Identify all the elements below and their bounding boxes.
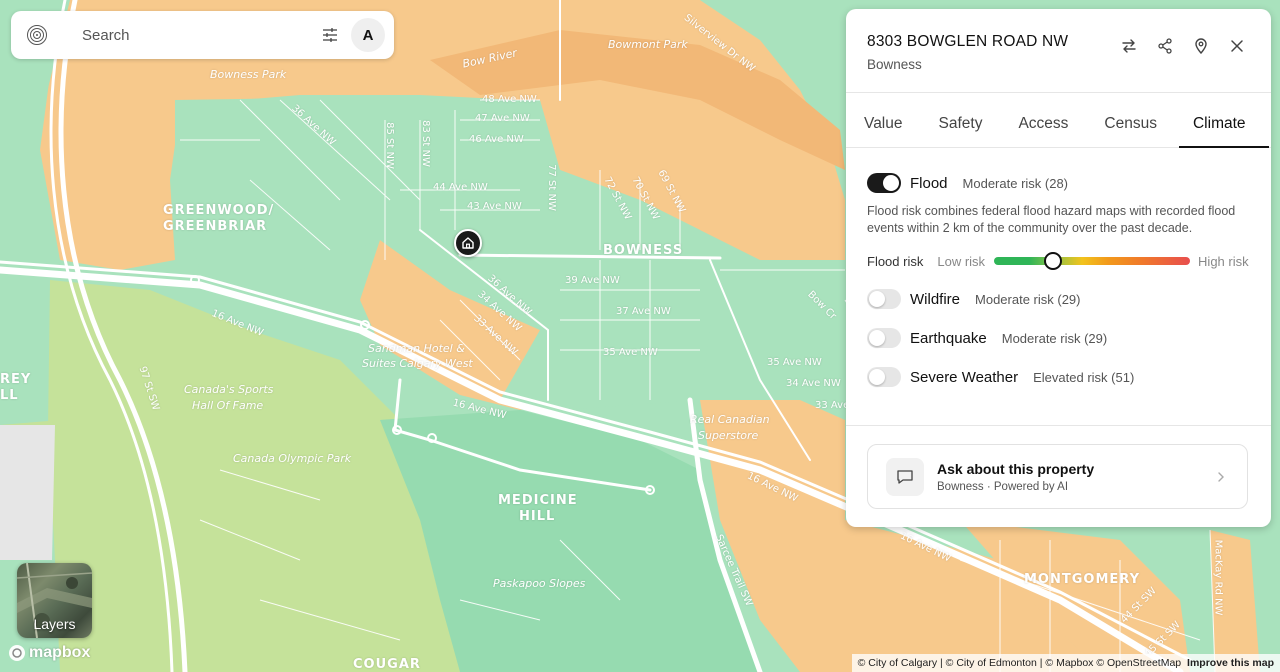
map-attribution: © City of Calgary | © City of Edmonton |… [851, 654, 1280, 672]
tab-value[interactable]: Value [864, 93, 903, 148]
meter-high-label: High risk [1198, 253, 1249, 269]
panel-divider [846, 425, 1271, 426]
tab-census[interactable]: Census [1104, 93, 1157, 148]
property-neighbourhood: Bowness [867, 57, 922, 72]
severe-weather-toggle[interactable] [867, 367, 901, 387]
close-icon [1231, 40, 1243, 52]
risk-level: Moderate risk (29) [1001, 330, 1108, 346]
meter-thumb [1043, 252, 1062, 270]
risk-level: Elevated risk (51) [1033, 369, 1135, 385]
share-button[interactable] [1155, 36, 1175, 56]
panel-header: 8303 BOWGLEN ROAD NW Bowness [846, 9, 1271, 93]
risk-row-severe-weather: Severe Weather Elevated risk (51) [867, 365, 1250, 389]
mapbox-logo[interactable]: mapbox [8, 644, 90, 662]
tab-safety[interactable]: Safety [939, 93, 983, 148]
share-icon [1158, 38, 1172, 54]
property-panel: 8303 BOWGLEN ROAD NW Bowness Value Safet… [846, 9, 1271, 527]
flood-risk-meter-row: Flood risk Low risk High risk [867, 251, 1250, 271]
tab-climate[interactable]: Climate [1193, 93, 1246, 148]
home-icon [462, 237, 474, 249]
risk-name: Flood [910, 174, 948, 192]
earthquake-toggle[interactable] [867, 328, 901, 348]
panel-actions [1119, 36, 1247, 56]
close-button[interactable] [1227, 36, 1247, 56]
risk-row-flood: Flood Moderate risk (28) [867, 171, 1250, 195]
filter-button[interactable] [315, 20, 345, 50]
app-logo-icon[interactable] [24, 22, 50, 48]
meter-low-label: Low risk [937, 253, 986, 269]
sliders-icon [323, 28, 337, 42]
ask-ai-card[interactable]: Ask about this property Bowness · Powere… [867, 444, 1248, 509]
avatar[interactable]: A [351, 18, 385, 52]
risk-name: Severe Weather [910, 368, 1019, 386]
compare-button[interactable] [1119, 36, 1139, 56]
mapbox-logo-icon [9, 645, 25, 661]
chevron-right-icon [1218, 471, 1224, 482]
layers-label: Layers [33, 616, 76, 632]
swap-arrows-icon [1122, 39, 1136, 53]
ai-card-text: Ask about this property Bowness · Powere… [937, 461, 1217, 493]
layers-button[interactable]: Layers [17, 563, 92, 638]
attribution-text[interactable]: © City of Calgary | © City of Edmonton |… [858, 657, 1182, 669]
risk-row-wildfire: Wildfire Moderate risk (29) [867, 287, 1250, 311]
climate-section: Flood Moderate risk (28) Flood risk comb… [846, 171, 1271, 389]
search-bar[interactable]: Search A [11, 11, 394, 59]
property-address: 8303 BOWGLEN ROAD NW [867, 33, 1069, 50]
ai-card-subtitle: Bowness · Powered by AI [937, 480, 1069, 493]
location-pin-icon [1195, 38, 1207, 54]
risk-level: Moderate risk (29) [975, 291, 1081, 307]
risk-row-earthquake: Earthquake Moderate risk (29) [867, 326, 1250, 350]
ai-card-title: Ask about this property [937, 460, 1095, 477]
meter-title: Flood risk [867, 253, 924, 269]
panel-tabs: Value Safety Access Census Climate [846, 93, 1271, 148]
mapbox-logo-text: mapbox [29, 644, 91, 661]
risk-name: Earthquake [910, 329, 987, 347]
risk-level: Moderate risk (28) [962, 175, 1069, 191]
property-marker[interactable] [454, 229, 482, 257]
flood-toggle[interactable] [867, 173, 901, 193]
improve-map-link[interactable]: Improve this map [1187, 657, 1274, 669]
tab-access[interactable]: Access [1018, 93, 1068, 148]
active-tab-indicator [1179, 146, 1269, 148]
search-input[interactable]: Search [82, 27, 315, 44]
locate-button[interactable] [1191, 36, 1211, 56]
risk-name: Wildfire [910, 290, 961, 308]
flood-description: Flood risk combines federal flood hazard… [867, 204, 1236, 235]
wildfire-toggle[interactable] [867, 289, 901, 309]
chat-icon [886, 457, 924, 496]
flood-risk-meter [994, 252, 1191, 270]
